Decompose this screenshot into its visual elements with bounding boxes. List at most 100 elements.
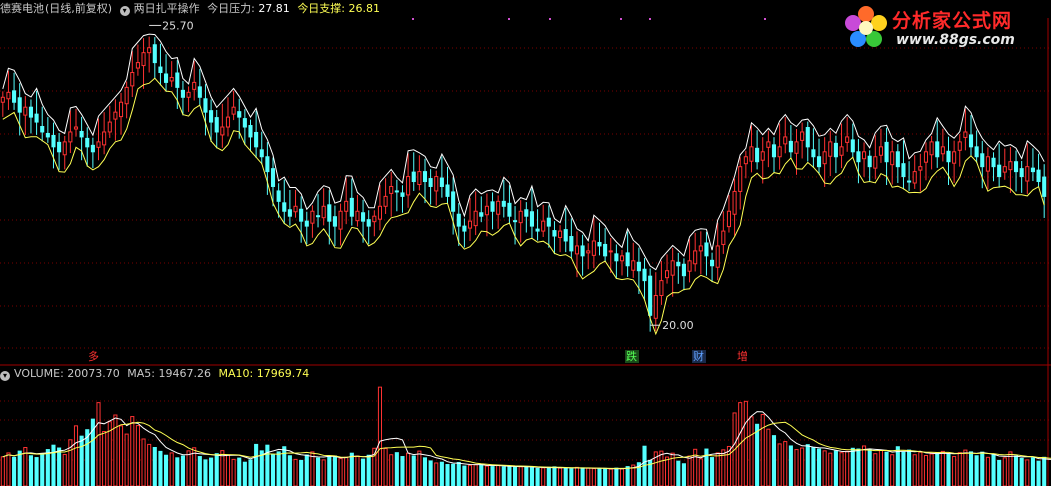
candle-body: [518, 210, 523, 224]
candle-body: [180, 89, 185, 98]
candle-body: [574, 245, 580, 255]
candle-body: [79, 130, 84, 138]
volume-dropdown-icon[interactable]: ▾: [0, 371, 10, 381]
volume-bar: [833, 450, 838, 486]
candle-body: [349, 197, 354, 217]
candle-body: [935, 141, 940, 158]
volume-bar: [180, 455, 185, 486]
volume-bar: [197, 456, 202, 486]
candle-body: [135, 62, 140, 69]
candle-body: [529, 211, 534, 227]
candle-body: [766, 141, 771, 148]
candle-body: [321, 205, 326, 219]
candle-body: [417, 171, 422, 185]
volume-bar: [546, 466, 551, 486]
candle-body: [124, 86, 129, 105]
volume-bar: [0, 456, 5, 486]
stock-chart[interactable]: 25.70 20.00 多 跌 财 增 德赛电池(日线,前复权) ▾ 两日扎平操作 今日压力…: [0, 0, 1051, 486]
candle-body: [710, 259, 715, 267]
candle-body: [265, 156, 270, 173]
volume-bar: [45, 449, 50, 486]
volume-bar: [985, 456, 990, 486]
volume-bar: [698, 458, 703, 486]
volume-bar: [901, 451, 906, 486]
candle-body: [850, 139, 855, 153]
candle-body: [434, 176, 439, 192]
volume-bar: [57, 447, 62, 486]
candle-body: [96, 141, 101, 148]
indicator-dropdown-icon[interactable]: ▾: [119, 6, 130, 16]
logo-title: 分析家公式网: [892, 10, 1013, 32]
candle-body: [304, 220, 309, 227]
volume-bar: [389, 454, 394, 486]
candle-body: [952, 151, 957, 164]
indicator-name[interactable]: 两日扎平操作: [134, 2, 200, 15]
stock-name[interactable]: 德赛电池: [0, 2, 44, 15]
candle-body: [1042, 176, 1047, 197]
volume-bar: [895, 446, 900, 486]
candle-body: [68, 131, 73, 143]
candle-body: [535, 228, 540, 232]
candle-body: [158, 66, 163, 74]
volume-bar: [214, 453, 219, 486]
candle-body: [664, 270, 670, 279]
candle-body: [738, 166, 743, 192]
candle-body: [771, 144, 777, 158]
candle-body: [1002, 166, 1007, 173]
volume-bar: [383, 448, 388, 486]
candle-body: [141, 52, 146, 67]
candle-body: [34, 113, 39, 123]
volume-bar: [800, 447, 805, 486]
volume-label: VOLUME:: [14, 367, 64, 380]
candle-body: [873, 156, 878, 169]
candle-body: [670, 260, 675, 276]
candle-body: [282, 202, 287, 212]
volume-bar: [726, 445, 732, 486]
ma10-value: 17969.74: [256, 367, 310, 380]
volume-bar: [1008, 451, 1013, 486]
volume-bar: [276, 451, 281, 486]
candle-body: [209, 110, 214, 123]
volume-bar: [574, 466, 580, 486]
volume-bar: [946, 453, 951, 486]
volume-bar: [923, 455, 929, 486]
candle-body: [51, 134, 56, 148]
pressure-label: 今日压力:: [207, 2, 255, 15]
volume-bar: [811, 447, 816, 486]
volume-bar: [974, 455, 979, 486]
volume-bar: [73, 425, 79, 486]
volume-bar: [51, 444, 56, 486]
candle-body: [726, 210, 732, 228]
candle-body: [890, 151, 895, 166]
candle-body: [406, 176, 411, 196]
volume-bar: [428, 460, 433, 486]
candle-body: [310, 210, 315, 224]
volume-bar: [349, 452, 354, 486]
volume-bar: [681, 463, 686, 486]
volume-bar: [625, 466, 630, 486]
volume-bar: [794, 449, 799, 486]
volume-bar: [1013, 455, 1019, 486]
volume-bar: [884, 451, 889, 486]
volume-bar: [991, 453, 996, 486]
volume-bar: [586, 467, 591, 486]
candle-body: [619, 255, 625, 262]
candle-body: [293, 205, 298, 213]
signal-label: 多: [88, 349, 99, 363]
candle-body: [743, 156, 748, 165]
candle-body: [507, 202, 512, 217]
volume-bar: [552, 466, 557, 486]
candle-body: [164, 73, 169, 83]
volume-bar: [845, 450, 850, 486]
candle-body: [631, 260, 636, 271]
volume-bar: [507, 465, 512, 486]
candle-body: [40, 126, 45, 133]
candle-body: [315, 215, 321, 218]
volume-bar: [377, 386, 383, 486]
candle-body: [968, 134, 974, 148]
volume-bar: [6, 452, 11, 486]
volume-bar: [231, 458, 236, 486]
candle-body: [90, 144, 95, 153]
candle-body: [501, 200, 506, 207]
chart-canvas[interactable]: 25.70 20.00 多 跌 财 增: [0, 0, 1051, 486]
